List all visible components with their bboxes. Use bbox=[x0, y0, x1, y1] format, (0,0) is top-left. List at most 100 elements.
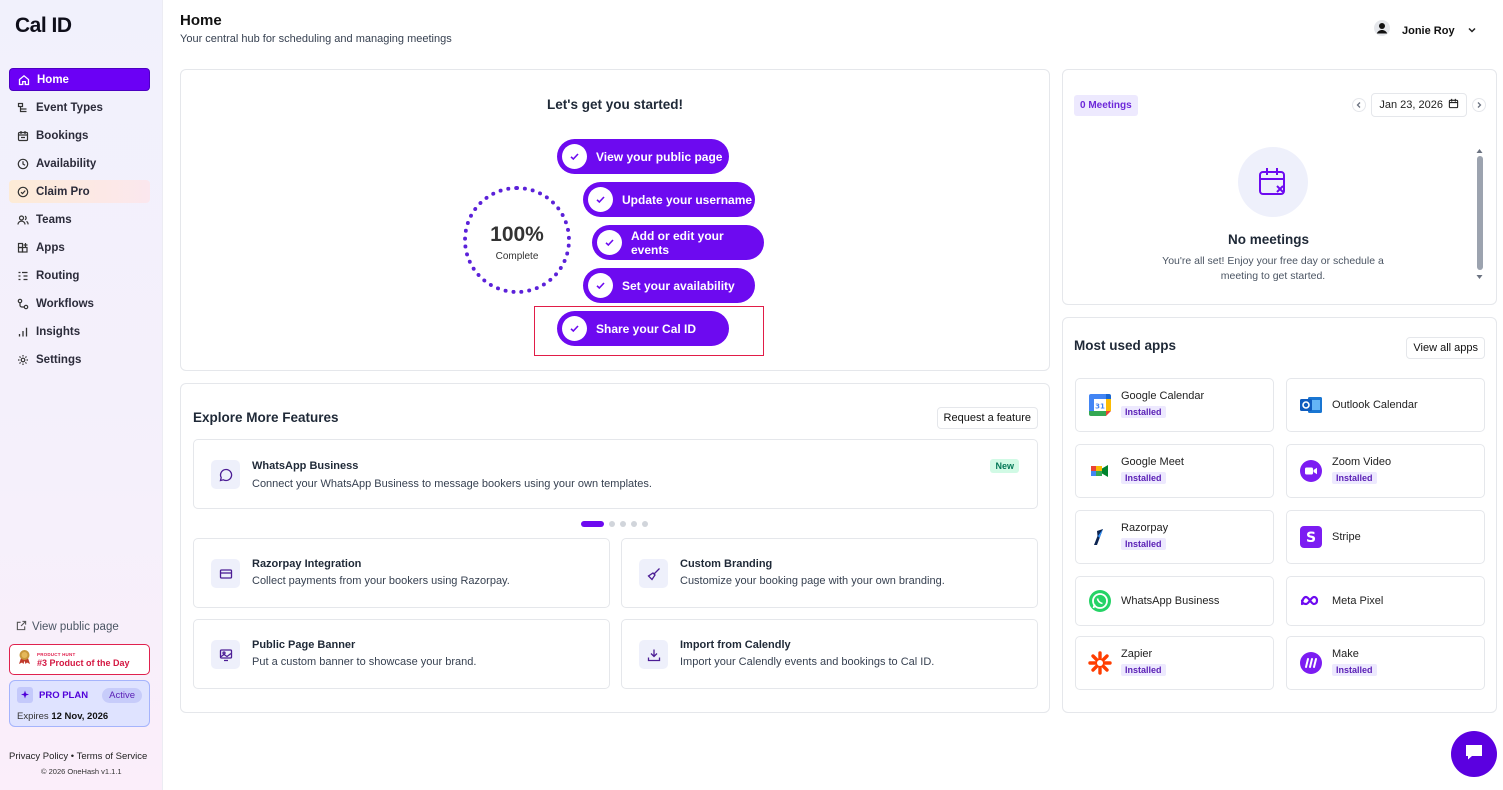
sidebar-item-apps[interactable]: Apps bbox=[9, 236, 150, 259]
installed-badge: Installed bbox=[1332, 664, 1377, 676]
step-label: Add or edit your events bbox=[631, 228, 724, 257]
svg-text:31: 31 bbox=[1095, 403, 1105, 411]
sidebar-item-insights[interactable]: Insights bbox=[9, 320, 150, 343]
chat-icon bbox=[1463, 741, 1485, 768]
date-picker[interactable]: Jan 23, 2026 bbox=[1371, 93, 1467, 117]
app-whatsapp-business[interactable]: WhatsApp Business bbox=[1075, 576, 1274, 626]
app-name: Make bbox=[1332, 648, 1359, 660]
explore-features-title: Explore More Features bbox=[193, 410, 339, 425]
carousel-dot[interactable] bbox=[631, 521, 637, 527]
new-badge: New bbox=[990, 459, 1019, 473]
step-view-public-page[interactable]: View your public page bbox=[557, 139, 729, 174]
feature-public-page-banner[interactable]: Public Page Banner Put a custom banner t… bbox=[193, 619, 610, 689]
installed-badge: Installed bbox=[1332, 472, 1377, 484]
sidebar-item-claim-pro[interactable]: Claim Pro bbox=[9, 180, 150, 203]
feature-title: Import from Calendly bbox=[680, 639, 791, 651]
feature-import-calendly[interactable]: Import from Calendly Import your Calendl… bbox=[621, 619, 1038, 689]
view-all-apps-button[interactable]: View all apps bbox=[1406, 337, 1485, 359]
feature-custom-branding[interactable]: Custom Branding Customize your booking p… bbox=[621, 538, 1038, 608]
terms-of-service-link[interactable]: Terms of Service bbox=[77, 751, 148, 762]
carousel-dots bbox=[581, 521, 648, 527]
sidebar-item-label: Home bbox=[37, 73, 69, 86]
app-name: Zoom Video bbox=[1332, 456, 1392, 468]
next-day-button[interactable] bbox=[1472, 98, 1486, 112]
razorpay-icon bbox=[1088, 525, 1112, 549]
users-icon bbox=[17, 214, 29, 226]
google-calendar-icon: 31 bbox=[1088, 393, 1112, 417]
copyright: © 2026 OneHash v1.1.1 bbox=[41, 767, 122, 776]
carousel-dot-active[interactable] bbox=[581, 521, 604, 527]
step-update-username[interactable]: Update your username bbox=[583, 182, 755, 217]
app-zapier[interactable]: Zapier Installed bbox=[1075, 636, 1274, 690]
app-name: Outlook Calendar bbox=[1332, 399, 1418, 411]
zoom-video-icon bbox=[1299, 459, 1323, 483]
app-razorpay[interactable]: Razorpay Installed bbox=[1075, 510, 1274, 564]
carousel-dot[interactable] bbox=[609, 521, 615, 527]
app-info: Make Installed bbox=[1332, 648, 1377, 678]
app-google-calendar[interactable]: 31 Google Calendar Installed bbox=[1075, 378, 1274, 432]
product-hunt-text: PRODUCT HUNT #3 Product of the Day bbox=[37, 652, 130, 668]
no-meetings-title: No meetings bbox=[1227, 232, 1309, 247]
app-name: Zapier bbox=[1121, 648, 1153, 660]
sidebar-item-bookings[interactable]: Bookings bbox=[9, 124, 150, 147]
feature-title: Razorpay Integration bbox=[252, 558, 362, 570]
calendar-icon bbox=[17, 130, 29, 142]
app-name: Google Meet bbox=[1121, 456, 1184, 468]
progress-ring: 100% Complete bbox=[463, 186, 571, 294]
view-public-page-link[interactable]: View public page bbox=[16, 620, 119, 634]
meta-icon bbox=[1299, 589, 1323, 613]
sidebar-item-routing[interactable]: Routing bbox=[9, 264, 150, 287]
sidebar-item-event-types[interactable]: Event Types bbox=[9, 96, 150, 119]
product-hunt-badge[interactable]: PRODUCT HUNT #3 Product of the Day bbox=[9, 644, 150, 675]
sidebar-item-settings[interactable]: Settings bbox=[9, 348, 150, 371]
carousel-feature-whatsapp[interactable]: WhatsApp Business Connect your WhatsApp … bbox=[193, 439, 1038, 509]
outlook-calendar-icon bbox=[1299, 393, 1323, 417]
app-outlook-calendar[interactable]: Outlook Calendar bbox=[1286, 378, 1485, 432]
progress-label: Complete bbox=[495, 251, 539, 262]
avatar bbox=[1374, 20, 1390, 41]
carousel-dot[interactable] bbox=[620, 521, 626, 527]
app-google-meet[interactable]: Google Meet Installed bbox=[1075, 444, 1274, 498]
app-stripe[interactable]: S Stripe bbox=[1286, 510, 1485, 564]
badge-icon bbox=[17, 186, 29, 198]
user-menu[interactable]: Jonie Roy bbox=[1374, 20, 1477, 41]
sidebar-item-availability[interactable]: Availability bbox=[9, 152, 150, 175]
user-name: Jonie Roy bbox=[1402, 24, 1455, 37]
feature-description: Collect payments from your bookers using… bbox=[252, 575, 510, 587]
paint-brush-icon bbox=[639, 559, 668, 588]
sidebar-item-label: Claim Pro bbox=[36, 185, 90, 198]
app-zoom-video[interactable]: Zoom Video Installed bbox=[1286, 444, 1485, 498]
step-set-availability[interactable]: Set your availability bbox=[583, 268, 755, 303]
chat-support-button[interactable] bbox=[1451, 731, 1497, 777]
app-meta-pixel[interactable]: Meta Pixel bbox=[1286, 576, 1485, 626]
carousel-dot[interactable] bbox=[642, 521, 648, 527]
app-logo[interactable]: Cal ID bbox=[15, 14, 72, 38]
whatsapp-icon bbox=[1088, 589, 1112, 613]
app-name: Meta Pixel bbox=[1332, 595, 1384, 607]
privacy-policy-link[interactable]: Privacy Policy bbox=[9, 751, 68, 762]
credit-card-icon bbox=[211, 559, 240, 588]
app-name: Google Calendar bbox=[1121, 390, 1205, 402]
sidebar-item-teams[interactable]: Teams bbox=[9, 208, 150, 231]
no-meetings-subtitle: You're all set! Enjoy your free day or s… bbox=[1162, 255, 1384, 282]
check-icon bbox=[562, 144, 587, 169]
sidebar-item-workflows[interactable]: Workflows bbox=[9, 292, 150, 315]
scrollbar-thumb[interactable] bbox=[1477, 156, 1483, 270]
image-banner-icon bbox=[211, 640, 240, 669]
sidebar-item-home[interactable]: Home bbox=[9, 68, 150, 91]
feature-description: Connect your WhatsApp Business to messag… bbox=[252, 478, 652, 490]
meetings-scrollbar[interactable] bbox=[1476, 148, 1483, 280]
feature-razorpay-integration[interactable]: Razorpay Integration Collect payments fr… bbox=[193, 538, 610, 608]
getting-started-card: Let's get you started! 100% Complete Vie… bbox=[180, 69, 1050, 371]
event-types-icon bbox=[17, 102, 29, 114]
medal-icon bbox=[18, 649, 31, 670]
most-used-apps-card: Most used apps View all apps 31 Google C… bbox=[1062, 317, 1497, 713]
step-add-edit-events[interactable]: Add or edit your events bbox=[592, 225, 764, 260]
app-info: Google Meet Installed bbox=[1121, 456, 1184, 486]
chat-bubble-icon bbox=[211, 460, 240, 489]
prev-day-button[interactable] bbox=[1352, 98, 1367, 112]
request-feature-button[interactable]: Request a feature bbox=[936, 407, 1038, 429]
pro-plan-card[interactable]: PRO PLAN Active Expires 12 Nov, 2026 bbox=[9, 680, 150, 727]
feature-description: Customize your booking page with your ow… bbox=[680, 575, 945, 587]
app-make[interactable]: Make Installed bbox=[1286, 636, 1485, 690]
